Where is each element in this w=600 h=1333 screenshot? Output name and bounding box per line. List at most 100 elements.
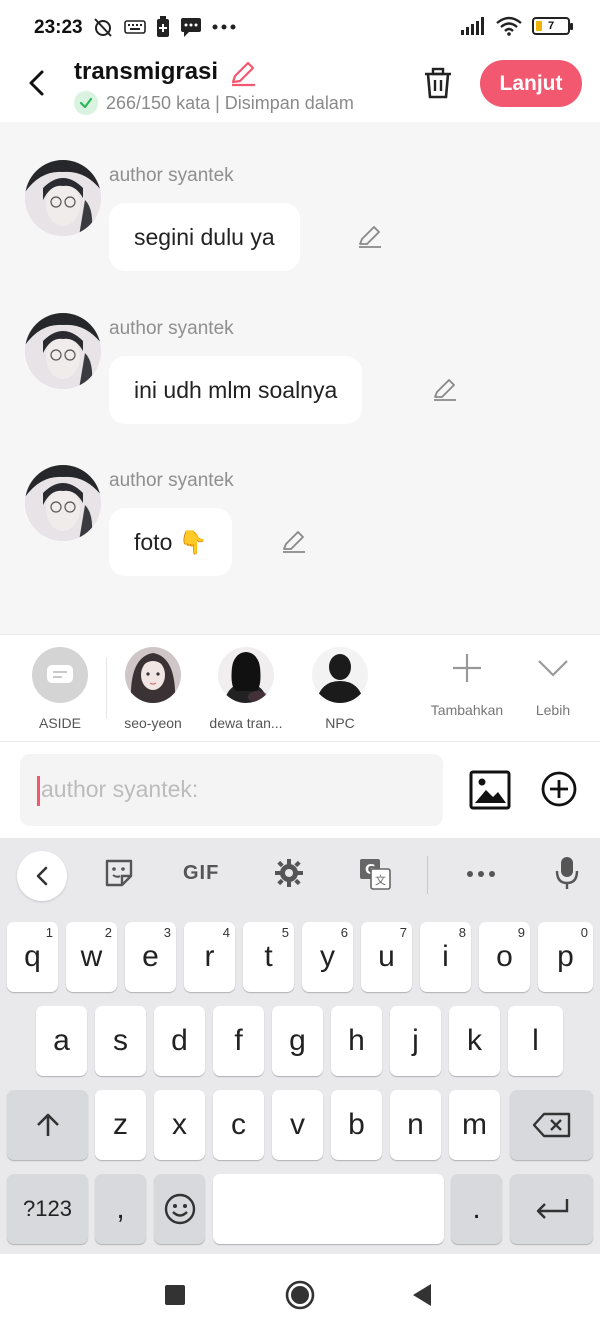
keyboard: GIF G文 q1 w2 e3 r4 t5 y6 u7 i8 o9 p0 a s…: [0, 838, 600, 1254]
chat-area: author syantek segini dulu ya author sya…: [0, 122, 600, 634]
chat-message[interactable]: author syantek foto 👇: [0, 465, 600, 605]
key-c[interactable]: c: [213, 1090, 264, 1160]
gif-button[interactable]: GIF: [183, 862, 219, 885]
symbols-key[interactable]: ?123: [7, 1174, 88, 1244]
edit-title-icon[interactable]: [228, 58, 258, 88]
character-npc[interactable]: NPC: [295, 647, 385, 731]
key-g[interactable]: g: [272, 1006, 323, 1076]
key-y[interactable]: y6: [302, 922, 353, 992]
message-input[interactable]: author syantek:: [20, 754, 443, 826]
key-letter: u: [378, 940, 395, 973]
character-dewa[interactable]: dewa tran...: [201, 647, 291, 731]
home-icon[interactable]: [284, 1279, 316, 1311]
backspace-key[interactable]: [510, 1090, 593, 1160]
next-button[interactable]: Lanjut: [480, 60, 582, 107]
saved-check-icon: [74, 91, 98, 115]
signal-icon: [461, 17, 484, 35]
keyboard-collapse-button[interactable]: [17, 851, 67, 901]
key-letter: e: [142, 940, 159, 973]
key-number-hint: 0: [580, 925, 588, 940]
status-time: 23:23: [34, 17, 83, 38]
edit-message-icon[interactable]: [356, 222, 384, 250]
character-avatar: [218, 647, 274, 703]
key-a[interactable]: a: [36, 1006, 87, 1076]
key-m[interactable]: m: [449, 1090, 500, 1160]
author-avatar[interactable]: [25, 465, 101, 541]
trash-icon[interactable]: [421, 66, 455, 100]
add-circle-icon[interactable]: [540, 770, 578, 808]
edit-message-icon[interactable]: [431, 375, 459, 403]
keyboard-icon: [124, 20, 146, 34]
key-b[interactable]: b: [331, 1090, 382, 1160]
key-d[interactable]: d: [154, 1006, 205, 1076]
message-bubble[interactable]: segini dulu ya: [109, 203, 300, 271]
image-icon[interactable]: [469, 770, 511, 810]
key-n[interactable]: n: [390, 1090, 441, 1160]
key-r[interactable]: r4: [184, 922, 235, 992]
key-z[interactable]: z: [95, 1090, 146, 1160]
key-letter: r: [204, 940, 215, 973]
key-q[interactable]: q1: [7, 922, 58, 992]
key-o[interactable]: o9: [479, 922, 530, 992]
key-number-hint: 5: [281, 925, 289, 940]
back-triangle-icon[interactable]: [411, 1283, 433, 1307]
key-u[interactable]: u7: [361, 922, 412, 992]
space-key[interactable]: [213, 1174, 444, 1244]
key-i[interactable]: i8: [420, 922, 471, 992]
chat-message[interactable]: author syantek segini dulu ya: [0, 160, 600, 300]
key-p[interactable]: p0: [538, 922, 593, 992]
key-w[interactable]: w2: [66, 922, 117, 992]
chat-message[interactable]: author syantek ini udh mlm soalnya: [0, 313, 600, 453]
key-j[interactable]: j: [390, 1006, 441, 1076]
key-s[interactable]: s: [95, 1006, 146, 1076]
back-arrow-icon[interactable]: [22, 68, 52, 98]
svg-text:文: 文: [375, 873, 386, 887]
character-seo-yeon[interactable]: seo-yeon: [108, 647, 198, 731]
editor-header: transmigrasi 266/150 kata | Disimpan dal…: [0, 58, 600, 122]
key-letter: t: [264, 940, 273, 973]
more-characters-button[interactable]: Lebih: [526, 651, 580, 718]
comma-key[interactable]: ,: [95, 1174, 146, 1244]
key-x[interactable]: x: [154, 1090, 205, 1160]
battery-saver-icon: [157, 16, 169, 37]
key-number-hint: 1: [45, 925, 53, 940]
key-v[interactable]: v: [272, 1090, 323, 1160]
sticker-icon[interactable]: [104, 858, 134, 888]
author-avatar[interactable]: [25, 160, 101, 236]
period-key[interactable]: .: [451, 1174, 502, 1244]
microphone-icon[interactable]: [555, 856, 579, 890]
enter-arrow-icon: [536, 1199, 568, 1219]
key-f[interactable]: f: [213, 1006, 264, 1076]
more-options-icon[interactable]: [466, 870, 496, 878]
translate-icon[interactable]: G文: [359, 858, 391, 890]
message-author: author syantek: [109, 318, 234, 339]
key-l[interactable]: l: [508, 1006, 563, 1076]
character-name: seo-yeon: [124, 715, 182, 731]
character-aside[interactable]: ASIDE: [15, 647, 105, 731]
emoji-icon: [164, 1193, 195, 1225]
character-name: ASIDE: [38, 715, 81, 731]
enter-key[interactable]: [510, 1174, 593, 1244]
edit-message-icon[interactable]: [280, 527, 308, 555]
add-character-button[interactable]: Tambahkan: [426, 651, 508, 718]
word-count-text: 266/150 kata | Disimpan dalam: [106, 92, 354, 113]
character-avatar: [125, 647, 181, 703]
more-label: Lebih: [535, 702, 571, 718]
author-avatar[interactable]: [25, 313, 101, 389]
battery-level: 7: [547, 20, 555, 32]
recent-apps-icon[interactable]: [164, 1284, 186, 1306]
shift-key[interactable]: [7, 1090, 88, 1160]
key-number-hint: 8: [458, 925, 466, 940]
message-bubble[interactable]: foto 👇: [109, 508, 233, 576]
key-t[interactable]: t5: [243, 922, 294, 992]
emoji-key[interactable]: [154, 1174, 205, 1244]
message-bubble[interactable]: ini udh mlm soalnya: [109, 356, 363, 424]
system-nav-bar: [0, 1254, 600, 1333]
key-k[interactable]: k: [449, 1006, 500, 1076]
settings-gear-icon[interactable]: [274, 858, 304, 888]
story-title[interactable]: transmigrasi: [74, 58, 218, 86]
status-icons-right: 7: [460, 16, 573, 36]
key-h[interactable]: h: [331, 1006, 382, 1076]
key-number-hint: 9: [517, 925, 525, 940]
key-e[interactable]: e3: [125, 922, 176, 992]
